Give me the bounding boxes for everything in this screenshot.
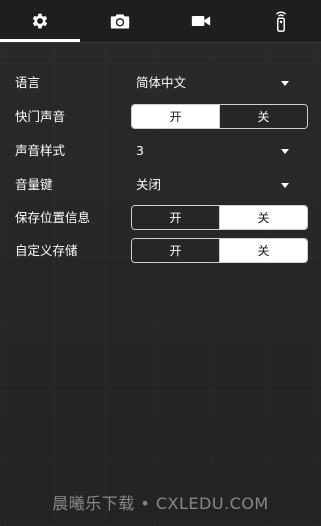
setting-row-shutter-sound: 快门声音 开 关 [0,103,321,131]
save-location-off-option[interactable]: 关 [220,206,307,229]
volume-key-value: 关闭 [136,177,162,192]
shutter-sound-toggle: 开 关 [131,104,308,129]
setting-row-sound-style: 声音样式 3 [0,137,321,165]
custom-storage-off-option[interactable]: 关 [220,239,307,262]
tab-video-settings[interactable] [161,0,241,42]
tab-photo-settings[interactable] [80,0,160,42]
setting-label: 保存位置信息 [15,210,91,225]
setting-label: 自定义存储 [15,243,78,258]
tab-bar [0,0,321,42]
custom-storage-toggle: 开 关 [131,238,308,263]
setting-label: 快门声音 [15,109,66,124]
shutter-sound-on-option[interactable]: 开 [132,105,219,128]
tab-general-settings[interactable] [0,0,81,42]
dropdown-arrow-icon [281,183,289,188]
sound-style-value: 3 [136,143,144,158]
shutter-sound-off-option[interactable]: 关 [220,105,307,128]
tab-remote-settings[interactable] [241,0,321,42]
setting-row-custom-storage: 自定义存储 开 关 [0,237,321,265]
language-value: 简体中文 [136,75,187,90]
tab-bar-divider [0,42,321,43]
dropdown-arrow-icon [281,149,289,154]
setting-row-save-location: 保存位置信息 开 关 [0,204,321,232]
setting-label: 音量键 [15,177,53,192]
remote-control-icon [273,10,289,32]
save-location-on-option[interactable]: 开 [132,206,219,229]
dropdown-arrow-icon [281,81,289,86]
custom-storage-on-option[interactable]: 开 [132,239,219,262]
settings-screen: 语言 简体中文 快门声音 开 关 声音样式 3 音量键 关闭 保存位置信息 开 … [0,0,321,526]
setting-row-volume-key: 音量键 关闭 [0,171,321,199]
save-location-toggle: 开 关 [131,205,308,230]
gear-icon [30,11,50,31]
setting-row-language: 语言 简体中文 [0,69,321,97]
video-camera-icon [191,14,211,28]
setting-label: 声音样式 [15,143,66,158]
watermark: 晨曦乐下载 • CXLEDU.COM [52,494,269,513]
setting-label: 语言 [15,75,41,90]
camera-icon [110,12,130,30]
